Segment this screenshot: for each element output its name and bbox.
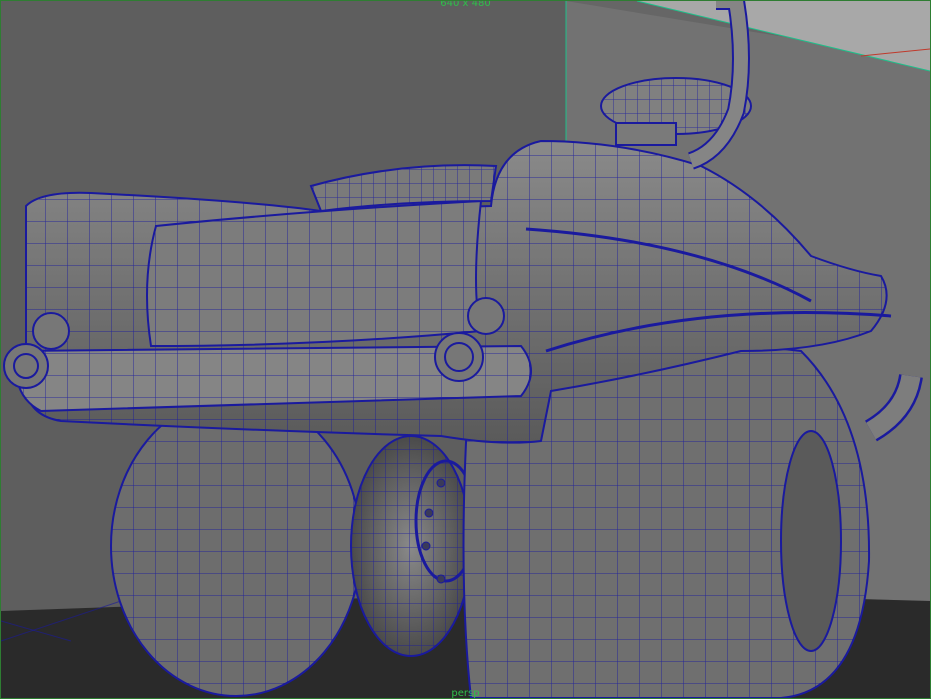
- viewport-scene[interactable]: [1, 1, 930, 698]
- camera-label: persp: [451, 688, 480, 699]
- rear-tire[interactable]: [110, 395, 362, 697]
- perspective-viewport[interactable]: 640 x 480 persp: [0, 0, 931, 699]
- resolution-gate-label: 640 x 480: [440, 0, 491, 9]
